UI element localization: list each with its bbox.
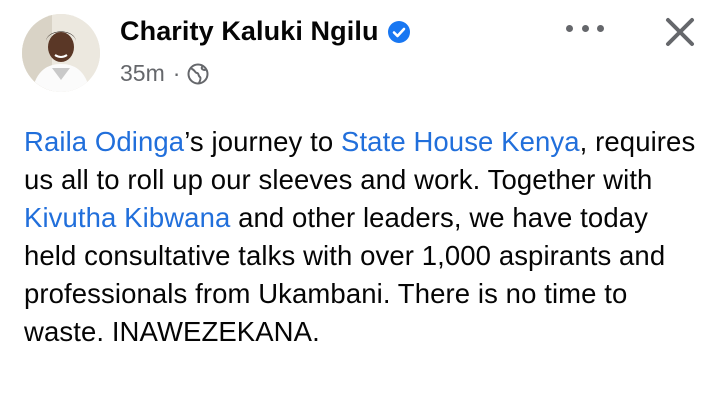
post-text-segment: ’s journey to (184, 126, 341, 157)
author-avatar-image (22, 14, 100, 92)
more-dot (597, 24, 604, 32)
close-icon[interactable] (662, 14, 698, 50)
post-meta: 35m · (120, 60, 209, 87)
globe-icon[interactable] (187, 63, 209, 85)
author-row: Charity Kaluki Ngilu (120, 16, 411, 47)
post-body-text: Raila Odinga’s journey to State House Ke… (24, 123, 704, 351)
post-timestamp[interactable]: 35m (120, 60, 165, 87)
more-dot (566, 24, 573, 32)
mention-link[interactable]: State House Kenya (341, 126, 580, 157)
author-name[interactable]: Charity Kaluki Ngilu (120, 16, 379, 47)
post-header: Charity Kaluki Ngilu 35m · (0, 0, 720, 110)
mention-link[interactable]: Raila Odinga (24, 126, 184, 157)
more-dot (581, 24, 589, 32)
author-avatar[interactable] (22, 14, 100, 92)
meta-separator: · (172, 60, 181, 86)
more-options-icon[interactable] (566, 18, 604, 38)
mention-link[interactable]: Kivutha Kibwana (24, 202, 230, 233)
verified-badge-icon (387, 20, 411, 44)
